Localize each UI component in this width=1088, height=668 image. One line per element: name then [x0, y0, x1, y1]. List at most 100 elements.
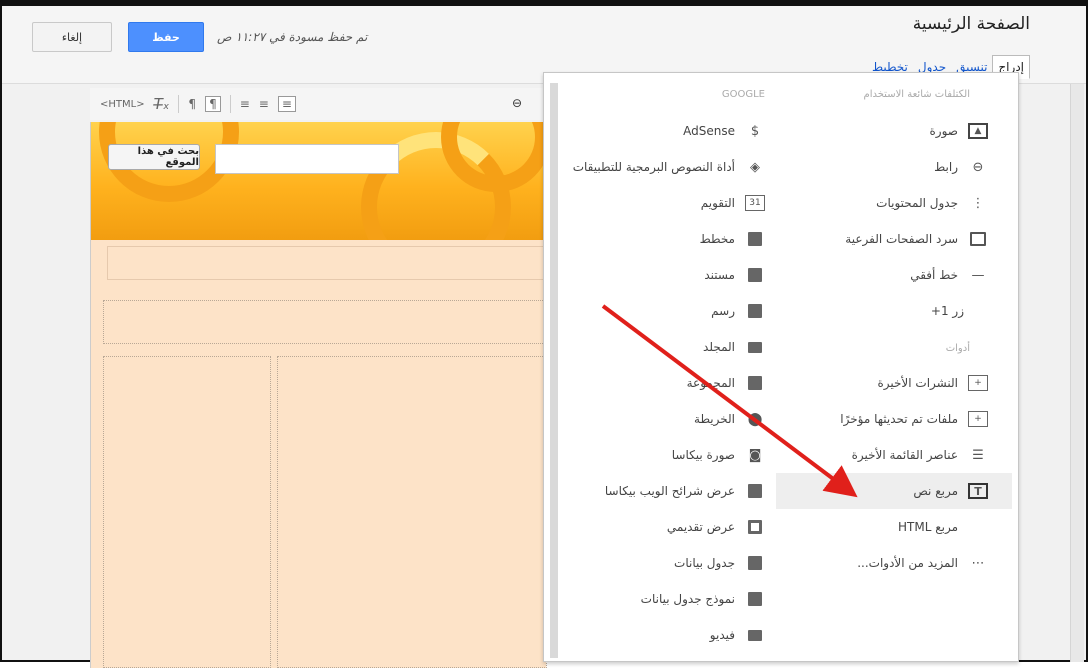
menu-item-label: سرد الصفحات الفرعية	[845, 232, 958, 246]
menu-item-label: خط أفقي	[910, 268, 958, 282]
menu-item-label: المجلد	[703, 340, 735, 354]
menu-item-label: جدول المحتويات	[876, 196, 958, 210]
draft-status: تم حفظ مسودة في ١١:٢٧ ص	[217, 30, 368, 44]
gadgets-header: أدوات	[945, 343, 970, 354]
drawing-icon	[745, 303, 765, 319]
menu-item-toc[interactable]: جدول المحتويات ⋮	[776, 185, 1018, 221]
google-header: GOOGLE	[721, 89, 765, 100]
recent-list-icon: ☰	[972, 447, 984, 463]
group-icon	[745, 375, 765, 391]
menu-item-label: النشرات الأخيرة	[877, 376, 958, 390]
slideshow-icon	[745, 483, 765, 499]
menu-item-folder[interactable]: المجلد	[560, 329, 775, 365]
menu-item-calendar[interactable]: التقويم 31	[560, 185, 775, 221]
recent-posts-icon: +	[968, 375, 988, 391]
menu-item-label: زر 1+	[930, 304, 964, 318]
video-icon	[745, 627, 765, 643]
presentation-icon	[745, 519, 765, 535]
menu-item-spreadsheet[interactable]: جدول بيانات	[560, 545, 775, 581]
align-right-icon[interactable]: ≡	[277, 96, 296, 112]
chart-icon	[745, 231, 765, 247]
dropdown-scrollbar[interactable]	[550, 83, 558, 658]
menu-item-label: عرض شرائح الويب بيكاسا	[604, 484, 735, 498]
page-title: الصفحة الرئيسية	[912, 14, 1030, 34]
menu-item-recent-files[interactable]: ملفات تم تحديثها مؤخرًا +	[776, 401, 1018, 437]
form-icon	[745, 591, 765, 607]
ltr-paragraph-icon[interactable]: ¶	[188, 97, 196, 111]
menu-item-adsense[interactable]: AdSense $	[560, 113, 775, 149]
site-search-input[interactable]	[215, 144, 399, 174]
menu-item-label: صورة	[929, 124, 958, 138]
menu-item-label: جدول بيانات	[674, 556, 735, 570]
menu-item-chart[interactable]: مخطط	[560, 221, 775, 257]
menu-item-drawing[interactable]: رسم	[560, 293, 775, 329]
menu-item-label: مستند	[704, 268, 735, 282]
editor-toolbar: <HTML> T̶ₓ ¶ ¶ ≡ ≡ ≡	[90, 88, 550, 120]
menu-item-label: رسم	[711, 304, 735, 318]
sidebar-region[interactable]	[103, 356, 271, 668]
align-left-icon[interactable]: ≡	[240, 97, 250, 111]
menu-item-label: مربع HTML	[898, 520, 958, 534]
menu-item-apps-script[interactable]: أداة النصوص البرمجية للتطبيقات ◈	[560, 149, 775, 185]
horizontal-line-icon: —	[971, 267, 985, 283]
toc-icon: ⋮	[971, 195, 985, 211]
map-pin-icon: ⬤	[747, 411, 763, 427]
menu-item-image[interactable]: صورة ▲	[776, 113, 1018, 149]
dollar-icon: $	[750, 123, 760, 139]
folder-icon	[745, 339, 765, 355]
menu-item-label: صورة بيكاسا	[671, 448, 735, 462]
menu-item-subpages[interactable]: سرد الصفحات الفرعية	[776, 221, 1018, 257]
menu-item-label: أداة النصوص البرمجية للتطبيقات	[572, 160, 735, 174]
image-icon: ▲	[968, 123, 988, 139]
more-icon: ⋯	[971, 555, 985, 571]
menu-item-label: AdSense	[683, 124, 735, 138]
spreadsheet-icon	[745, 555, 765, 571]
align-center-icon[interactable]: ≡	[259, 97, 269, 111]
menu-item-label: عناصر القائمة الأخيرة	[851, 448, 958, 462]
main-region[interactable]	[277, 356, 547, 668]
html-button[interactable]: <HTML>	[100, 99, 145, 110]
header-region[interactable]	[107, 246, 547, 280]
menu-item-group[interactable]: المجموعة	[560, 365, 775, 401]
menu-item-plus-one[interactable]: زر 1+	[776, 293, 1018, 329]
apps-script-icon: ◈	[750, 159, 760, 175]
menu-item-form[interactable]: نموذج جدول بيانات	[560, 581, 775, 617]
cancel-button[interactable]: إلغاء	[32, 22, 112, 52]
menu-item-presentation[interactable]: عرض تقديمي	[560, 509, 775, 545]
menu-item-label: الخريطة	[694, 412, 735, 426]
menu-item-label: المجموعة	[686, 376, 735, 390]
menu-item-html-box[interactable]: مربع HTML	[776, 509, 1018, 545]
content-region[interactable]	[103, 300, 547, 344]
menu-item-more-gadgets[interactable]: المزيد من الأدوات... ⋯	[776, 545, 1018, 581]
calendar-icon: 31	[745, 195, 765, 211]
menu-item-label: مربع نص	[913, 484, 958, 498]
subpages-icon	[968, 231, 988, 247]
menu-item-recent-posts[interactable]: النشرات الأخيرة +	[776, 365, 1018, 401]
menu-item-label: التقويم	[700, 196, 735, 210]
menu-item-text-box[interactable]: مربع نص T	[776, 473, 1012, 509]
menu-item-label: رابط	[934, 160, 958, 174]
menu-item-label: نموذج جدول بيانات	[640, 592, 735, 606]
menu-item-map[interactable]: الخريطة ⬤	[560, 401, 775, 437]
link-icon[interactable]: ⊖	[502, 92, 532, 114]
site-search-button[interactable]: بحث في هذا الموقع	[108, 144, 200, 170]
insert-dropdown: GOOGLE AdSense $ أداة النصوص البرمجية لل…	[543, 72, 1019, 662]
recent-files-icon: +	[968, 411, 988, 427]
menu-item-recent-list[interactable]: عناصر القائمة الأخيرة ☰	[776, 437, 1018, 473]
menu-item-link[interactable]: رابط ⊖	[776, 149, 1018, 185]
page-canvas: بحث في هذا الموقع	[90, 122, 547, 668]
document-icon	[745, 267, 765, 283]
rtl-paragraph-icon[interactable]: ¶	[205, 96, 221, 112]
text-box-icon: T	[968, 483, 988, 499]
menu-item-label: فيديو	[709, 628, 735, 642]
menu-item-picasa-slideshow[interactable]: عرض شرائح الويب بيكاسا	[560, 473, 775, 509]
save-button[interactable]: حفظ	[128, 22, 204, 52]
menu-item-video[interactable]: فيديو	[560, 617, 775, 653]
page-scrollbar[interactable]	[1070, 84, 1084, 662]
menu-item-document[interactable]: مستند	[560, 257, 775, 293]
link-icon: ⊖	[972, 159, 984, 175]
menu-item-label: عرض تقديمي	[666, 520, 735, 534]
menu-item-picasa-photo[interactable]: صورة بيكاسا ◙	[560, 437, 775, 473]
menu-item-horizontal-line[interactable]: خط أفقي —	[776, 257, 1018, 293]
clear-format-icon[interactable]: T̶ₓ	[154, 95, 170, 113]
